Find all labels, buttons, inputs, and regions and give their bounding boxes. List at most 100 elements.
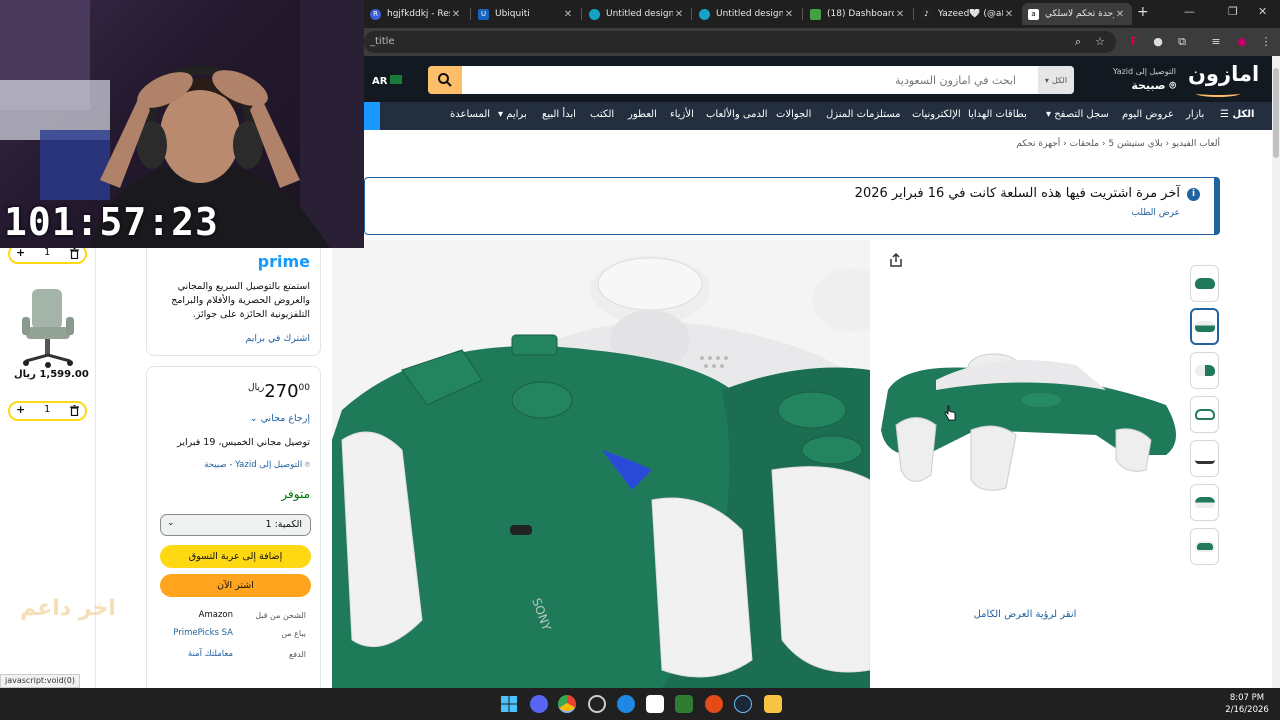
browser-tab[interactable]: R hgjfkddkj - Restre ✕ <box>364 3 468 25</box>
windows-start-icon[interactable] <box>500 695 518 713</box>
amazon-logo[interactable]: امازون <box>1188 62 1259 86</box>
close-window-icon[interactable]: ✕ <box>1258 5 1267 18</box>
join-prime-link[interactable]: اشترك في برايم <box>245 333 310 344</box>
thumbnail-image <box>1194 278 1215 289</box>
language-selector[interactable]: AR <box>372 76 387 87</box>
scrollbar-thumb[interactable] <box>1273 68 1279 158</box>
sold-by-link[interactable]: PrimePicks SA <box>173 628 233 638</box>
share-icon[interactable] <box>888 252 904 268</box>
deliver-to-label[interactable]: التوصيل إلى Yazid <box>1080 67 1176 76</box>
nav-item-mobiles[interactable]: الجوالات <box>776 109 811 120</box>
breadcrumb-item[interactable]: أجهزة تحكم <box>1016 139 1060 149</box>
view-order-link[interactable]: عرض الطلب <box>1131 208 1180 218</box>
trash-icon[interactable] <box>70 248 79 259</box>
controller-product-image[interactable] <box>876 240 1180 688</box>
nav-all[interactable]: الكل ☰ <box>1220 109 1254 120</box>
close-tab-icon[interactable]: ✕ <box>673 9 685 20</box>
nav-item-start-selling[interactable]: ابدأ البيع <box>542 109 576 120</box>
full-view-link[interactable]: انقر لرؤية العرض الكامل <box>930 609 1120 620</box>
nav-item-perfumes[interactable]: العطور <box>628 109 657 120</box>
minecraft-icon[interactable] <box>675 695 693 713</box>
deliver-to-city[interactable]: ⌾ صبيحة <box>1080 79 1176 93</box>
minimize-icon[interactable]: — <box>1184 5 1195 18</box>
breadcrumb-item[interactable]: ملحقات <box>1070 139 1099 149</box>
browser-tab-active[interactable]: a وحدة تحكم لاسلكي ✕ <box>1022 3 1132 25</box>
nav-item-home[interactable]: مستلزمات المنزل <box>826 109 901 120</box>
restore-icon[interactable]: ❐ <box>1228 5 1238 18</box>
secure-transaction-link[interactable]: معاملتك آمنة <box>188 649 233 659</box>
app-orange-icon[interactable] <box>705 695 723 713</box>
close-tab-icon[interactable]: ✕ <box>894 9 906 20</box>
free-returns-link[interactable]: إرجاع مجاني ⌄ <box>250 413 310 424</box>
tab-title: Ubiquiti <box>495 9 530 19</box>
breadcrumb-item[interactable]: ألعاب الفيديو <box>1172 139 1220 149</box>
app-blue-icon[interactable] <box>617 695 635 713</box>
nav-item-help[interactable]: المساعدة <box>450 109 490 120</box>
nav-item-prime[interactable]: برايم ▾ <box>498 109 527 120</box>
quantity-label-text: الكمية: <box>274 519 302 530</box>
deliver-to-link[interactable]: ⌾ التوصيل إلى Yazid - صبيحة <box>204 460 310 470</box>
system-clock[interactable]: 8:07 PM 2/16/2026 <box>1222 692 1272 716</box>
zoomed-product-image[interactable]: SONY <box>332 240 870 688</box>
nav-item-todays-deals[interactable]: عروض اليوم <box>1122 109 1174 120</box>
nav-item-browsing-history[interactable]: سجل التصفح ▾ <box>1046 109 1109 120</box>
product-image-panel <box>876 240 1180 688</box>
nav-promo-tab[interactable] <box>364 102 380 130</box>
profile-avatar-icon[interactable]: ● <box>1234 34 1250 50</box>
nav-item-fashion[interactable]: الأزياء <box>670 109 694 120</box>
tab-separator <box>913 8 914 20</box>
close-tab-icon[interactable]: ✕ <box>1114 9 1126 20</box>
zoom-icon[interactable]: ⌕ <box>1070 34 1086 50</box>
plus-icon[interactable]: + <box>16 403 25 416</box>
search-input[interactable] <box>462 66 1022 94</box>
steam-icon[interactable] <box>734 695 752 713</box>
thumbnail[interactable] <box>1190 396 1219 433</box>
prime-promo-box: prime استمتع بالتوصيل السريع والمجاني وا… <box>146 248 321 356</box>
browser-tab[interactable]: (18) Dashboard / ✕ <box>804 3 912 25</box>
search-category-select[interactable]: ▾ الكل <box>1038 66 1074 94</box>
trash-icon[interactable] <box>70 405 79 416</box>
nav-item-gift-cards[interactable]: بطاقات الهدايا <box>968 109 1027 120</box>
extension-f-icon[interactable]: F <box>1126 34 1142 50</box>
thumbnail[interactable] <box>1190 352 1219 389</box>
thumbnail[interactable] <box>1190 265 1219 302</box>
browser-tab[interactable]: ♪ Yazeed🤍 (@a8s ✕ <box>915 3 1021 25</box>
last-supporter-watermark: اخر داعم <box>20 596 116 621</box>
page-scrollbar[interactable] <box>1272 56 1280 688</box>
thumbnail[interactable] <box>1190 440 1219 477</box>
app-white-icon[interactable] <box>646 695 664 713</box>
nav-item-books[interactable]: الكتب <box>590 109 614 120</box>
close-tab-icon[interactable]: ✕ <box>1003 9 1015 20</box>
ubiquiti-icon: U <box>478 8 489 20</box>
buy-now-button[interactable]: اشتر الآن <box>160 574 311 597</box>
browser-tab[interactable]: Untitled design - ✕ <box>693 3 801 25</box>
add-to-cart-button[interactable]: إضافة إلى عربة التسوق <box>160 545 311 568</box>
browser-tab[interactable]: Untitled design - ✕ <box>583 3 691 25</box>
nav-item-bazaar[interactable]: بازار <box>1186 109 1204 120</box>
chrome-icon[interactable] <box>558 695 576 713</box>
nav-item-electronics[interactable]: الإلكترونيات <box>912 109 961 120</box>
nav-item-toys[interactable]: الدمى والألعاب <box>706 109 768 120</box>
discord-icon[interactable] <box>530 695 548 713</box>
close-tab-icon[interactable]: ✕ <box>562 9 574 20</box>
close-tab-icon[interactable]: ✕ <box>450 9 462 20</box>
browser-menu-icon[interactable]: ⋮ <box>1258 34 1274 50</box>
thumbnail[interactable] <box>1190 528 1219 565</box>
share-arrow-icon <box>890 252 902 267</box>
media-control-icon[interactable]: ≡ <box>1208 34 1224 50</box>
quantity-select[interactable]: الكمية: 1 ⌄ <box>160 514 311 536</box>
app-circle-icon[interactable] <box>588 695 606 713</box>
browser-tab[interactable]: U Ubiquiti ✕ <box>472 3 580 25</box>
thumbnail[interactable] <box>1190 484 1219 521</box>
new-tab-button[interactable]: + <box>1137 4 1149 20</box>
breadcrumb-item[interactable]: بلاي ستيشن 5 <box>1108 139 1162 149</box>
address-bar[interactable]: _title <box>364 31 1116 53</box>
search-button[interactable] <box>428 66 462 94</box>
close-tab-icon[interactable]: ✕ <box>783 9 795 20</box>
extension-icon[interactable]: ● <box>1150 34 1166 50</box>
file-explorer-icon[interactable] <box>764 695 782 713</box>
bookmark-star-icon[interactable]: ☆ <box>1092 34 1108 50</box>
extensions-puzzle-icon[interactable]: ⧉ <box>1174 34 1190 50</box>
office-chair-image[interactable] <box>18 287 78 369</box>
thumbnail-selected[interactable] <box>1190 308 1219 345</box>
